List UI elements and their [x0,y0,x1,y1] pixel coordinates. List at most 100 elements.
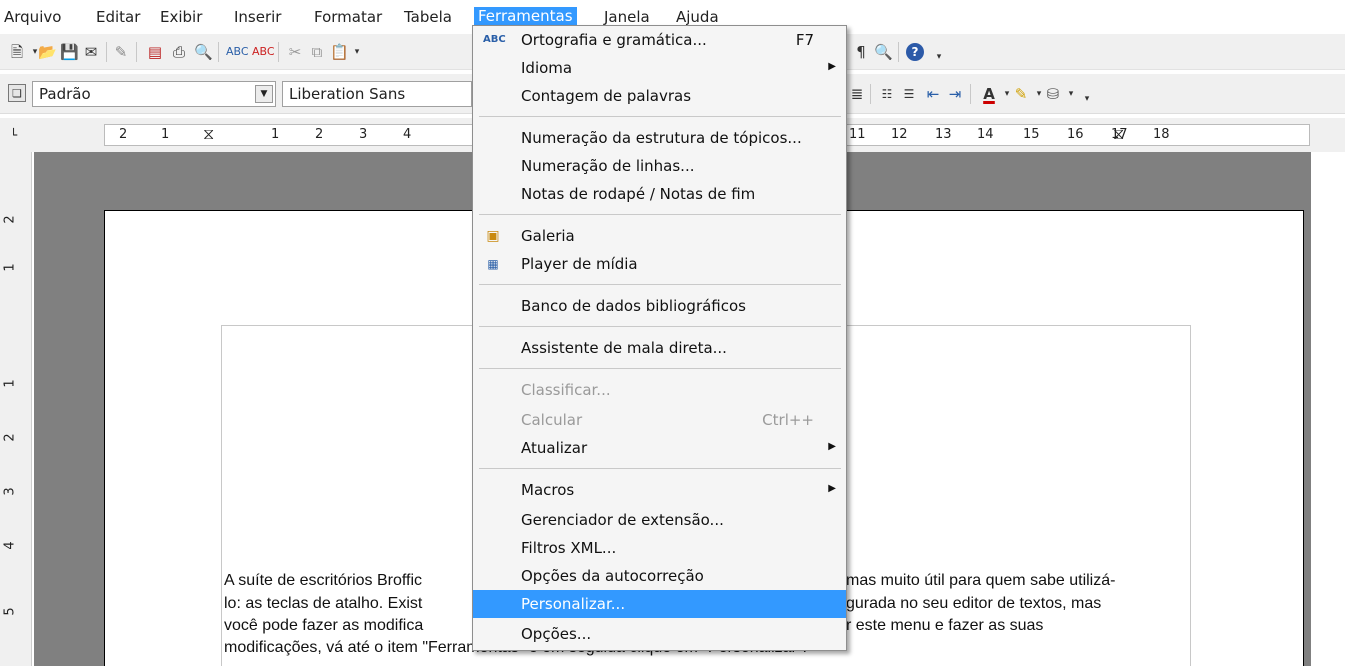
toolbar-separator [278,42,279,62]
toolbar-separator [898,42,899,62]
background-color-icon[interactable]: ⛁ [1044,85,1062,103]
menu-item-footnotes[interactable]: Notas de rodapé / Notas de fim [473,180,846,208]
menu-item-sort[interactable]: Classificar... [473,376,846,404]
menu-item-xml-filters[interactable]: Filtros XML... [473,534,846,562]
spellcheck-icon: ABC [483,34,506,45]
ruler-tick: 1 [161,127,170,142]
cut-icon[interactable]: ✂ [286,43,304,61]
indent-marker-icon[interactable]: ⧖ [203,124,214,144]
vruler-tick: 5 [2,607,18,616]
numbering-icon[interactable]: ☷ [878,85,896,103]
export-pdf-icon[interactable]: ▤ [146,43,164,61]
menu-item-options[interactable]: Opções... [473,620,846,648]
media-player-icon: ▦ [487,257,499,271]
vruler-tick: 1 [2,263,18,272]
vertical-ruler[interactable]: 2 1 1 2 3 4 5 [0,152,32,666]
pilcrow-icon[interactable]: ¶ [852,43,870,61]
ruler-tick: 15 [1023,127,1040,142]
toolbar-separator [106,42,107,62]
paste-icon[interactable]: 📋 [330,43,349,61]
font-color-icon[interactable]: A [980,85,998,103]
copy-icon[interactable]: ⧉ [308,43,326,61]
ruler-tick: 2 [119,127,128,142]
dropdown-arrow-icon[interactable]: ▾ [348,43,366,61]
menu-separator [479,116,841,117]
menu-item-mail-merge[interactable]: Assistente de mala direta... [473,334,846,362]
menu-item-word-count[interactable]: Contagem de palavras [473,82,846,110]
zoom-icon[interactable]: 🔍 [874,43,893,61]
bullets-icon[interactable]: ☰ [900,85,918,103]
decrease-indent-icon[interactable]: ⇤ [924,85,942,103]
help-icon[interactable]: ? [906,43,924,61]
justify-icon[interactable]: ≣ [848,85,866,103]
paragraph-style-dropdown-button[interactable]: ▼ [255,85,273,103]
menu-item-autocorrect[interactable]: Opções da autocorreção [473,562,846,590]
email-icon[interactable]: ✉ [82,43,100,61]
menu-tabela[interactable]: Tabela [404,8,452,30]
submenu-arrow-icon: ▶ [828,61,836,72]
menu-separator [479,368,841,369]
submenu-arrow-icon: ▶ [828,441,836,452]
document-line-1-left: A suíte de escritórios Broffic [224,572,423,589]
document-line-3-left: você pode fazer as modifica [224,617,424,634]
print-preview-icon[interactable]: 🔍 [194,43,213,61]
menu-formatar[interactable]: Formatar [314,8,382,30]
ruler-tick: 4 [403,127,412,142]
menu-item-update[interactable]: Atualizar ▶ [473,434,846,462]
save-icon[interactable]: 💾 [60,43,79,61]
ruler-tick: 1 [271,127,280,142]
vruler-tick: 3 [2,487,18,496]
toolbar-separator [970,84,971,104]
vruler-tick: 1 [2,379,18,388]
menu-arquivo[interactable]: Arquivo [4,8,61,30]
document-line-1-right: mas muito útil para quem sabe utilizá- [846,572,1116,589]
menu-separator [479,284,841,285]
font-name-combo[interactable]: Liberation Sans [282,81,472,107]
document-line-3-right: r este menu e fazer as suas [846,617,1044,634]
menu-item-extension-manager[interactable]: Gerenciador de extensão... [473,506,846,534]
menu-item-customize[interactable]: Personalizar... [473,590,846,618]
menu-inserir[interactable]: Inserir [234,8,281,30]
auto-spellcheck-icon[interactable]: ABC [252,43,275,61]
menu-editar[interactable]: Editar [96,8,140,30]
spellcheck-icon[interactable]: ABC [226,43,249,61]
edit-file-icon[interactable]: ✎ [112,43,130,61]
submenu-arrow-icon: ▶ [828,483,836,494]
toolbar-separator [218,42,219,62]
menu-exibir[interactable]: Exibir [160,8,202,30]
toolbar-options-icon[interactable]: ▾ [1078,90,1096,108]
menu-item-spelling[interactable]: ABC Ortografia e gramática... F7 [473,26,846,54]
toolbar-separator [136,42,137,62]
ruler-tick: 16 [1067,127,1084,142]
increase-indent-icon[interactable]: ⇥ [946,85,964,103]
ruler-tick: 3 [359,127,368,142]
menu-item-line-numbering[interactable]: Numeração de linhas... [473,152,846,180]
print-icon[interactable]: ⎙ [170,43,188,61]
menu-item-macros[interactable]: Macros ▶ [473,476,846,504]
menu-item-language[interactable]: Idioma ▶ [473,54,846,82]
menu-separator [479,214,841,215]
ruler-tick: 18 [1153,127,1170,142]
vruler-tick: 4 [2,541,18,550]
gallery-icon: ▣ [486,228,500,244]
right-indent-marker-icon[interactable]: ⧖ [1113,124,1124,144]
styles-window-icon[interactable]: ❏ [8,84,26,102]
menu-item-outline-numbering[interactable]: Numeração da estrutura de tópicos... [473,124,846,152]
toolbar-options-icon[interactable]: ▾ [930,48,948,66]
paragraph-style-value: Padrão [39,85,91,103]
ruler-tick: 14 [977,127,994,142]
new-document-icon[interactable]: 🗎 [8,43,26,61]
vruler-tick: 2 [2,215,18,224]
menu-item-bibliography[interactable]: Banco de dados bibliográficos [473,292,846,320]
menu-item-gallery[interactable]: ▣ Galeria [473,222,846,250]
menu-separator [479,326,841,327]
highlighting-icon[interactable]: ✎ [1012,85,1030,103]
vruler-tick: 2 [2,433,18,442]
open-folder-icon[interactable]: 📂 [38,43,57,61]
menu-item-media-player[interactable]: ▦ Player de mídia [473,250,846,278]
menu-item-calculate[interactable]: Calcular Ctrl++ [473,406,846,434]
tools-menu: ABC Ortografia e gramática... F7 Idioma … [472,25,847,651]
document-line-2-right: gurada no seu editor de textos, mas [846,595,1102,612]
tab-stop-icon[interactable]: └ [10,128,24,142]
paragraph-style-combo[interactable]: Padrão [32,81,276,107]
